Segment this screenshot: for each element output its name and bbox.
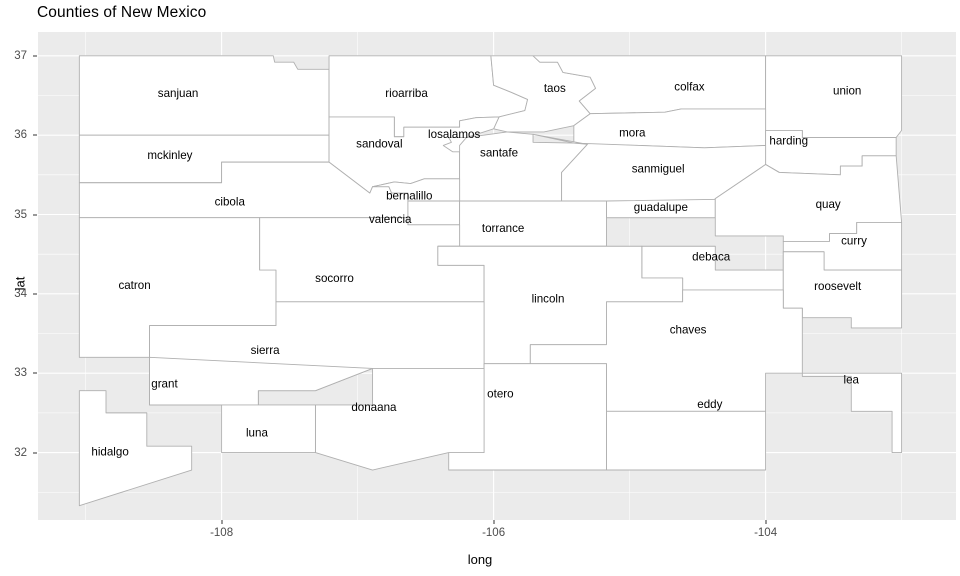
y-axis-title: lat — [12, 276, 28, 291]
county-label-donaana: donaana — [351, 401, 397, 414]
x-tick-label--106: -106 — [482, 527, 506, 539]
county-polygons — [78, 55, 903, 507]
y-tick-mark — [33, 293, 37, 295]
y-tick-mark — [33, 372, 37, 374]
y-tick-label-35: 35 — [14, 208, 27, 221]
county-label-quay: quay — [816, 198, 841, 211]
y-tick-mark — [33, 134, 37, 136]
county-label-eddy: eddy — [697, 398, 722, 411]
y-tick-label-37: 37 — [14, 49, 27, 62]
county-polygon-mora — [573, 108, 767, 149]
y-tick-label-33: 33 — [14, 367, 27, 380]
county-label-chaves: chaves — [670, 323, 707, 336]
county-label-valencia: valencia — [369, 213, 412, 226]
county-label-taos: taos — [544, 82, 566, 95]
county-polygon-sanjuan — [78, 55, 330, 136]
county-label-sandoval: sandoval — [356, 138, 402, 151]
y-tick-label-32: 32 — [14, 446, 27, 459]
x-tick-mark — [221, 520, 223, 524]
map-svg: sanjuan rioarriba taos colfax union mora hardi… — [38, 32, 956, 520]
y-tick-label-36: 36 — [14, 129, 27, 142]
county-label-catron: catron — [118, 279, 150, 292]
county-polygon-eddy — [606, 410, 767, 471]
x-tick-mark — [493, 520, 495, 524]
y-tick-mark — [33, 452, 37, 454]
county-label-sanmiguel: sanmiguel — [632, 162, 685, 175]
county-label-luna: luna — [246, 427, 268, 440]
county-label-harding: harding — [769, 135, 808, 148]
county-label-rioarriba: rioarriba — [385, 87, 428, 100]
county-label-losalamos: losalamos — [428, 128, 480, 141]
x-axis-title: long — [467, 552, 493, 567]
county-label-bernalillo: bernalillo — [386, 189, 432, 202]
y-tick-mark — [33, 214, 37, 215]
county-label-mora: mora — [619, 127, 646, 140]
county-label-grant: grant — [151, 377, 178, 390]
county-polygon-luna — [221, 404, 316, 453]
county-label-sierra: sierra — [251, 344, 281, 357]
county-label-union: union — [833, 85, 861, 98]
county-label-lincoln: lincoln — [532, 292, 565, 305]
map-panel: sanjuan rioarriba taos colfax union mora hardi… — [38, 32, 956, 520]
county-label-curry: curry — [841, 235, 867, 248]
county-label-hidalgo: hidalgo — [91, 446, 128, 459]
county-label-lea: lea — [844, 373, 860, 386]
county-label-torrance: torrance — [482, 222, 525, 235]
x-tick-label--108: -108 — [210, 527, 234, 539]
y-tick-mark — [33, 55, 37, 57]
page-title: Counties of New Mexico — [37, 4, 207, 21]
county-label-debaca: debaca — [692, 250, 731, 263]
county-label-otero: otero — [487, 388, 513, 401]
x-tick-label--104: -104 — [754, 527, 778, 539]
plot-root: Counties of New Mexico sanjuan rioarriba t… — [0, 0, 960, 576]
county-label-mckinley: mckinley — [147, 149, 192, 162]
county-label-cibola: cibola — [215, 196, 246, 209]
county-polygon-valencia — [407, 200, 461, 226]
county-label-guadalupe: guadalupe — [634, 201, 688, 214]
county-label-socorro: socorro — [315, 272, 354, 285]
county-label-roosevelt: roosevelt — [814, 280, 862, 293]
county-label-santafe: santafe — [480, 146, 518, 159]
x-tick-mark — [765, 520, 767, 524]
county-label-colfax: colfax — [674, 81, 704, 94]
county-label-sanjuan: sanjuan — [158, 87, 199, 100]
